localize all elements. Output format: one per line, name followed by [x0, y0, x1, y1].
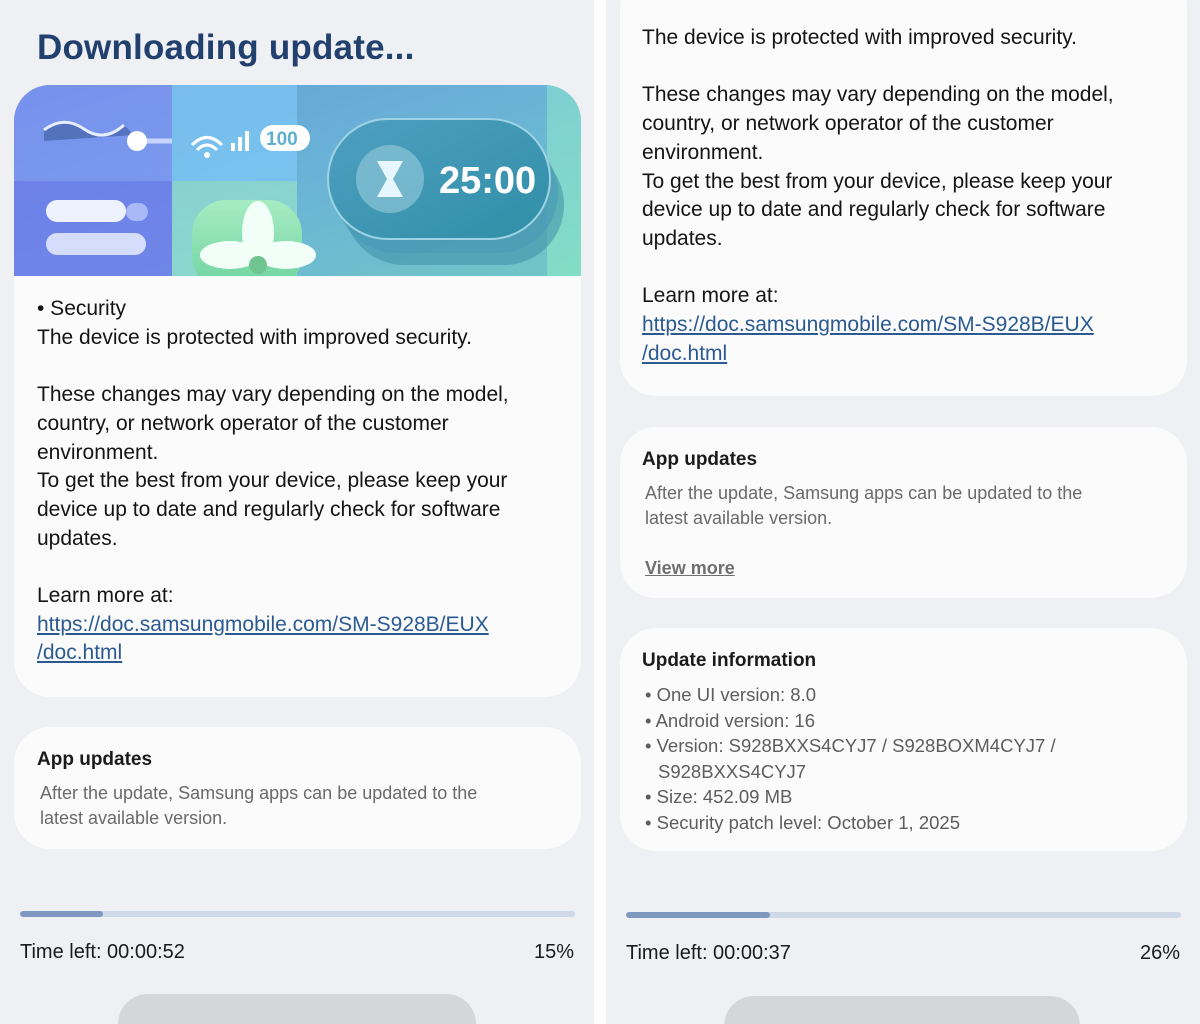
progress-percent: 26% — [1139, 942, 1180, 964]
download-progress-bar — [20, 911, 575, 917]
feature-banner: 100 25:00 — [14, 85, 581, 276]
release-notes-text: • Security The device is protected with … — [37, 295, 567, 668]
release-notes-text: The device is protected with improved se… — [642, 24, 1172, 368]
timer-label: 25:00 — [439, 160, 536, 202]
learn-more-label: Learn more at: — [37, 584, 174, 607]
release-notes-card[interactable]: 100 25:00 • Security The device is prote… — [14, 85, 581, 697]
variance-line: To get the best from your device, please… — [37, 469, 508, 493]
time-left-label: Time left: 00:00:52 — [20, 941, 185, 963]
info-item: • Size: 452.09 MB — [645, 786, 793, 807]
variance-line: country, or network operator of the cust… — [642, 112, 1054, 136]
doc-link-continued[interactable]: /doc.html — [642, 342, 727, 365]
progress-fill — [626, 912, 771, 918]
variance-line: environment. — [642, 140, 764, 164]
release-notes-card[interactable]: The device is protected with improved se… — [620, 0, 1187, 396]
page-title: Downloading update... — [37, 28, 415, 67]
security-text: The device is protected with improved se… — [642, 26, 1077, 49]
info-item: • Version: S928BXXS4CYJ7 / S928BOXM4CYJ7… — [645, 735, 1056, 756]
bottom-action-button[interactable] — [724, 996, 1080, 1024]
battery-label: 100 — [266, 129, 298, 150]
app-updates-title: App updates — [642, 449, 758, 470]
info-item: S928BXXS4CYJ7 — [658, 760, 807, 782]
info-item: • One UI version: 8.0 — [645, 684, 816, 705]
update-information-title: Update information — [642, 650, 817, 671]
info-item: • Security patch level: October 1, 2025 — [645, 811, 960, 833]
variance-line: country, or network operator of the cust… — [37, 411, 449, 435]
progress-fill — [20, 911, 104, 917]
app-updates-card: App updates After the update, Samsung ap… — [14, 727, 581, 849]
update-information-list: • One UI version: 8.0 • Android version:… — [642, 682, 1172, 835]
left-screenshot: Downloading update... 100 25:00 • Securi… — [0, 0, 594, 1024]
doc-link[interactable]: https://doc.samsungmobile.com/SM-S928B/E… — [37, 613, 489, 636]
app-updates-description: After the update, Samsung apps can be up… — [40, 781, 477, 831]
update-information-card: Update information • One UI version: 8.0… — [620, 628, 1187, 851]
app-updates-card: App updates After the update, Samsung ap… — [620, 427, 1187, 598]
app-updates-description: After the update, Samsung apps can be up… — [645, 481, 1082, 531]
variance-line: To get the best from your device, please… — [642, 169, 1113, 193]
description-line: After the update, Samsung apps can be up… — [40, 783, 478, 803]
variance-line: updates. — [642, 226, 723, 250]
variance-line: device up to date and regularly check fo… — [642, 198, 1106, 222]
bottom-action-button[interactable] — [118, 994, 476, 1024]
download-progress-bar — [626, 912, 1181, 918]
variance-line: updates. — [37, 526, 118, 550]
right-screenshot: The device is protected with improved se… — [606, 0, 1200, 1024]
doc-link-continued[interactable]: /doc.html — [37, 641, 122, 664]
variance-line: These changes may vary depending on the … — [37, 383, 509, 407]
description-line: latest available version. — [645, 508, 833, 528]
variance-line: device up to date and regularly check fo… — [37, 497, 501, 521]
variance-line: environment. — [37, 440, 159, 464]
doc-link[interactable]: https://doc.samsungmobile.com/SM-S928B/E… — [642, 313, 1094, 336]
security-text: The device is protected with improved se… — [37, 325, 472, 349]
app-updates-title: App updates — [37, 749, 153, 770]
time-left-label: Time left: 00:00:37 — [626, 942, 791, 964]
description-line: After the update, Samsung apps can be up… — [645, 483, 1083, 503]
description-line: latest available version. — [40, 808, 228, 828]
security-heading: • Security — [37, 297, 127, 320]
view-more-link[interactable]: View more — [645, 558, 735, 579]
banner-illustration: 100 25:00 — [14, 85, 581, 276]
learn-more-label: Learn more at: — [642, 284, 779, 308]
info-item: • Android version: 16 — [645, 709, 815, 731]
variance-line: These changes may vary depending on the … — [642, 83, 1114, 107]
progress-percent: 15% — [533, 941, 574, 963]
